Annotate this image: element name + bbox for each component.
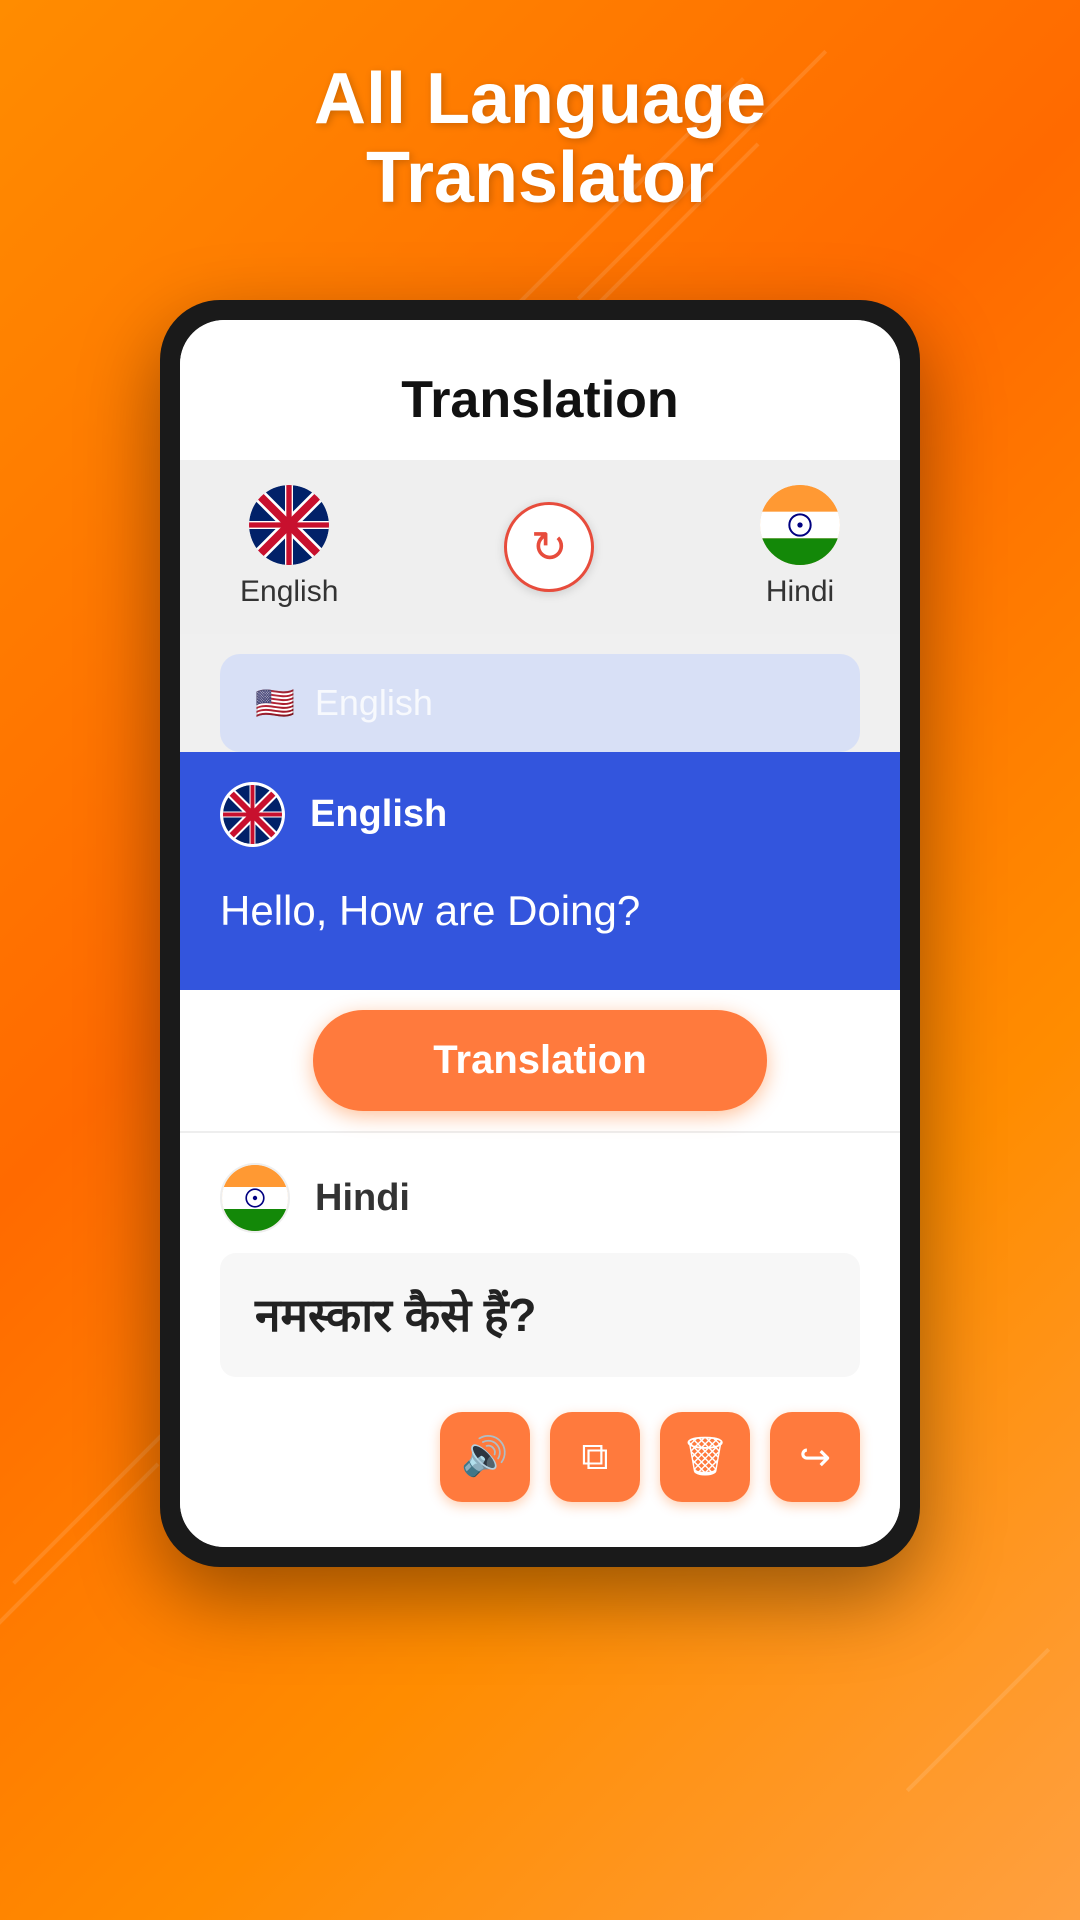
headline-line1: All Language	[80, 60, 1000, 139]
copy-button[interactable]: ⧉	[550, 1412, 640, 1502]
delete-icon: 🗑	[681, 1435, 729, 1479]
target-lang-flag	[760, 485, 840, 565]
input-section: English Hello, How are Doing?	[180, 752, 900, 990]
target-lang-label: Hindi	[766, 575, 834, 609]
input-lang-label: English	[310, 793, 447, 836]
source-lang-selector[interactable]: English	[240, 485, 338, 609]
input-flag	[220, 782, 285, 847]
phone-screen: Translation	[180, 320, 900, 1547]
delete-button[interactable]: 🗑	[660, 1412, 750, 1502]
target-lang-selector[interactable]: Hindi	[760, 485, 840, 609]
share-button[interactable]: ↪	[770, 1412, 860, 1502]
app-headline: All Language Translator	[0, 60, 1080, 218]
output-text: नमस्कार कैसे हैं?	[255, 1283, 825, 1347]
screen-title: Translation	[220, 370, 860, 430]
app-header: Translation	[180, 320, 900, 460]
share-icon: ↪	[799, 1435, 831, 1480]
source-lang-flag	[249, 485, 329, 565]
translation-btn-container: Translation	[180, 990, 900, 1131]
volume-icon: 🔊	[461, 1435, 508, 1479]
output-text-area: नमस्कार कैसे हैं?	[220, 1253, 860, 1377]
copy-icon: ⧉	[581, 1436, 608, 1479]
input-placeholder: English	[315, 682, 433, 724]
bg-stripe-6	[906, 1648, 1050, 1792]
output-lang-row: Hindi	[220, 1163, 860, 1233]
swap-languages-button[interactable]: ↻	[504, 502, 594, 592]
swap-icon: ↻	[531, 522, 568, 573]
input-box[interactable]: 🇺🇸 English	[220, 654, 860, 752]
phone-mockup: Translation	[160, 300, 920, 1567]
input-lang-row: English	[220, 782, 860, 847]
source-lang-label: English	[240, 575, 338, 609]
language-bar: English ↻ Hindi	[180, 460, 900, 634]
output-lang-label: Hindi	[315, 1177, 410, 1220]
output-section: Hindi नमस्कार कैसे हैं? 🔊 ⧉ 🗑 ↪	[180, 1131, 900, 1547]
headline-line2: Translator	[80, 139, 1000, 218]
input-text[interactable]: Hello, How are Doing?	[220, 872, 860, 950]
output-flag	[220, 1163, 290, 1233]
volume-button[interactable]: 🔊	[440, 1412, 530, 1502]
translate-button[interactable]: Translation	[313, 1010, 766, 1111]
action-buttons-row: 🔊 ⧉ 🗑 ↪	[220, 1402, 860, 1522]
